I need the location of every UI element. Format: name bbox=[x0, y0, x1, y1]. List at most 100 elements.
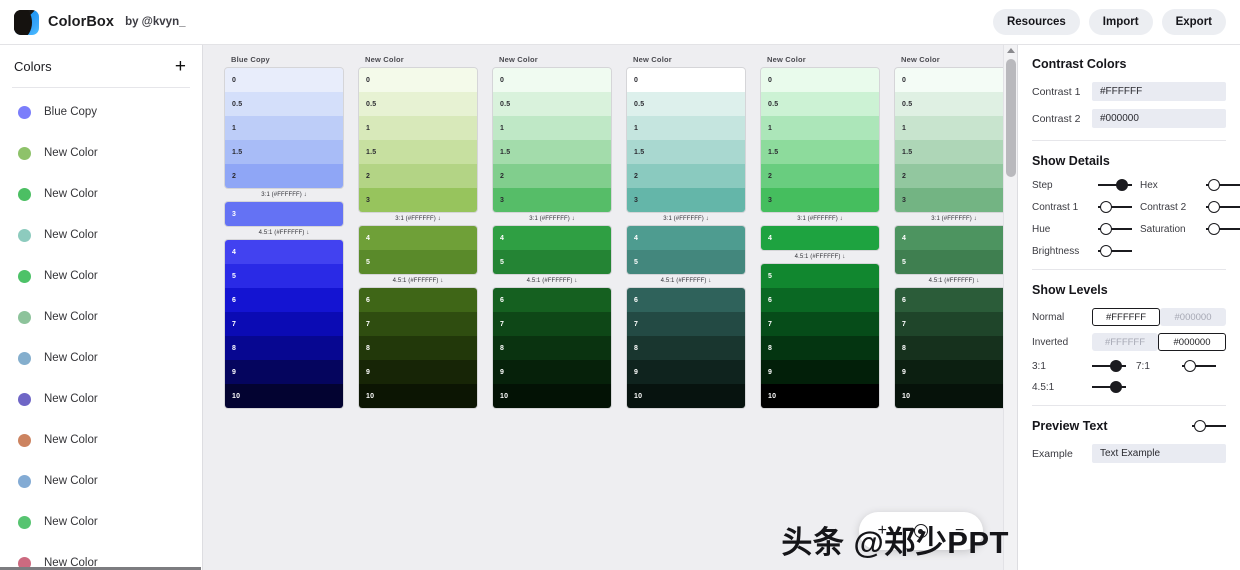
list-item[interactable]: New Color bbox=[0, 543, 202, 570]
color-swatch[interactable]: 5 bbox=[493, 250, 611, 274]
color-swatch[interactable]: 10 bbox=[359, 384, 477, 408]
list-item[interactable]: New Color bbox=[0, 174, 202, 215]
list-item[interactable]: New Color bbox=[0, 297, 202, 338]
color-swatch[interactable]: 1 bbox=[627, 116, 745, 140]
color-swatch[interactable]: 4 bbox=[627, 226, 745, 250]
color-swatch[interactable]: 5 bbox=[895, 250, 1013, 274]
color-swatch[interactable]: 4 bbox=[493, 226, 611, 250]
color-swatch[interactable]: 9 bbox=[627, 360, 745, 384]
color-swatch[interactable]: 2 bbox=[493, 164, 611, 188]
import-button[interactable]: Import bbox=[1089, 9, 1153, 35]
level-normal-chip-2[interactable]: #000000 bbox=[1160, 308, 1226, 326]
color-swatch[interactable]: 1 bbox=[225, 116, 343, 140]
color-swatch[interactable]: 10 bbox=[761, 384, 879, 408]
color-swatch[interactable]: 10 bbox=[225, 384, 343, 408]
level-toggle-4-5-1[interactable] bbox=[1092, 381, 1126, 393]
color-swatch[interactable]: 3 bbox=[359, 188, 477, 212]
color-swatch[interactable]: 1.5 bbox=[225, 140, 343, 164]
color-column-title[interactable]: Blue Copy bbox=[225, 55, 359, 68]
color-swatch[interactable]: 0.5 bbox=[627, 92, 745, 116]
level-normal-chip-1[interactable]: #FFFFFF bbox=[1092, 308, 1160, 326]
detail-toggle-hex[interactable] bbox=[1206, 179, 1240, 191]
color-swatch[interactable]: 0.5 bbox=[895, 92, 1013, 116]
plus-icon[interactable]: + bbox=[173, 60, 188, 74]
color-swatch[interactable]: 6 bbox=[627, 288, 745, 312]
color-swatch[interactable]: 0.5 bbox=[761, 92, 879, 116]
color-swatch[interactable]: 6 bbox=[359, 288, 477, 312]
color-swatch[interactable]: 5 bbox=[761, 264, 879, 288]
color-swatch[interactable]: 5 bbox=[627, 250, 745, 274]
color-swatch[interactable]: 6 bbox=[493, 288, 611, 312]
color-swatch[interactable]: 2 bbox=[627, 164, 745, 188]
contrast-1-field[interactable]: #FFFFFF bbox=[1092, 82, 1226, 101]
color-swatch[interactable]: 0 bbox=[225, 68, 343, 92]
list-item[interactable]: New Color bbox=[0, 133, 202, 174]
preview-text-toggle[interactable] bbox=[1192, 420, 1226, 432]
color-swatch[interactable]: 0 bbox=[627, 68, 745, 92]
color-swatch[interactable]: 1.5 bbox=[359, 140, 477, 164]
color-swatch[interactable]: 0 bbox=[895, 68, 1013, 92]
color-swatch[interactable]: 2 bbox=[761, 164, 879, 188]
color-swatch[interactable]: 4 bbox=[895, 226, 1013, 250]
color-swatch[interactable]: 3 bbox=[895, 188, 1013, 212]
color-swatch[interactable]: 7 bbox=[493, 312, 611, 336]
resources-button[interactable]: Resources bbox=[993, 9, 1080, 35]
scroll-up-arrow-icon[interactable] bbox=[1007, 48, 1015, 53]
color-swatch[interactable]: 9 bbox=[493, 360, 611, 384]
color-swatch[interactable]: 5 bbox=[225, 264, 343, 288]
color-swatch[interactable]: 0 bbox=[493, 68, 611, 92]
color-swatch[interactable]: 6 bbox=[225, 288, 343, 312]
color-swatch[interactable]: 1 bbox=[359, 116, 477, 140]
color-swatch[interactable]: 7 bbox=[627, 312, 745, 336]
canvas-scrollbar[interactable] bbox=[1003, 45, 1017, 570]
color-swatch[interactable]: 1 bbox=[761, 116, 879, 140]
list-item[interactable]: New Color bbox=[0, 461, 202, 502]
contrast-2-field[interactable]: #000000 bbox=[1092, 109, 1226, 128]
detail-toggle-brightness[interactable] bbox=[1098, 245, 1132, 257]
color-swatch[interactable]: 9 bbox=[359, 360, 477, 384]
color-swatch[interactable]: 8 bbox=[225, 336, 343, 360]
preview-example-field[interactable]: Text Example bbox=[1092, 444, 1226, 463]
color-swatch[interactable]: 0.5 bbox=[493, 92, 611, 116]
level-inverted-chip-2[interactable]: #000000 bbox=[1158, 333, 1226, 351]
color-swatch[interactable]: 6 bbox=[895, 288, 1013, 312]
detail-toggle-contrast-1[interactable] bbox=[1098, 201, 1132, 213]
detail-toggle-saturation[interactable] bbox=[1206, 223, 1240, 235]
color-swatch[interactable]: 4 bbox=[359, 226, 477, 250]
color-swatch[interactable]: 8 bbox=[627, 336, 745, 360]
list-item[interactable]: Blue Copy bbox=[0, 92, 202, 133]
detail-toggle-step[interactable] bbox=[1098, 179, 1132, 191]
color-swatch[interactable]: 3 bbox=[225, 202, 343, 226]
color-swatch[interactable]: 0.5 bbox=[359, 92, 477, 116]
list-item[interactable]: New Color bbox=[0, 420, 202, 461]
color-swatch[interactable]: 1.5 bbox=[761, 140, 879, 164]
color-swatch[interactable]: 1 bbox=[493, 116, 611, 140]
color-column-title[interactable]: New Color bbox=[359, 55, 493, 68]
color-swatch[interactable]: 9 bbox=[225, 360, 343, 384]
color-column-title[interactable]: New Color bbox=[761, 55, 895, 68]
color-swatch[interactable]: 4 bbox=[225, 240, 343, 264]
detail-toggle-hue[interactable] bbox=[1098, 223, 1132, 235]
color-swatch[interactable]: 7 bbox=[761, 312, 879, 336]
color-swatch[interactable]: 10 bbox=[493, 384, 611, 408]
color-swatch[interactable]: 1 bbox=[895, 116, 1013, 140]
list-item[interactable]: New Color bbox=[0, 256, 202, 297]
list-item[interactable]: New Color bbox=[0, 379, 202, 420]
color-swatch[interactable]: 9 bbox=[895, 360, 1013, 384]
color-swatch[interactable]: 7 bbox=[225, 312, 343, 336]
color-swatch[interactable]: 2 bbox=[225, 164, 343, 188]
color-swatch[interactable]: 8 bbox=[761, 336, 879, 360]
color-swatch[interactable]: 7 bbox=[895, 312, 1013, 336]
level-inverted-chip-1[interactable]: #FFFFFF bbox=[1092, 333, 1158, 351]
color-swatch[interactable]: 10 bbox=[895, 384, 1013, 408]
level-toggle-3-1[interactable] bbox=[1092, 360, 1126, 372]
list-item[interactable]: New Color bbox=[0, 338, 202, 379]
color-column-title[interactable]: New Color bbox=[627, 55, 761, 68]
color-swatch[interactable]: 8 bbox=[359, 336, 477, 360]
color-swatch[interactable]: 2 bbox=[895, 164, 1013, 188]
color-swatch[interactable]: 9 bbox=[761, 360, 879, 384]
color-swatch[interactable]: 3 bbox=[493, 188, 611, 212]
color-swatch[interactable]: 8 bbox=[895, 336, 1013, 360]
color-swatch[interactable]: 3 bbox=[627, 188, 745, 212]
color-column-title[interactable]: New Color bbox=[895, 55, 1017, 68]
